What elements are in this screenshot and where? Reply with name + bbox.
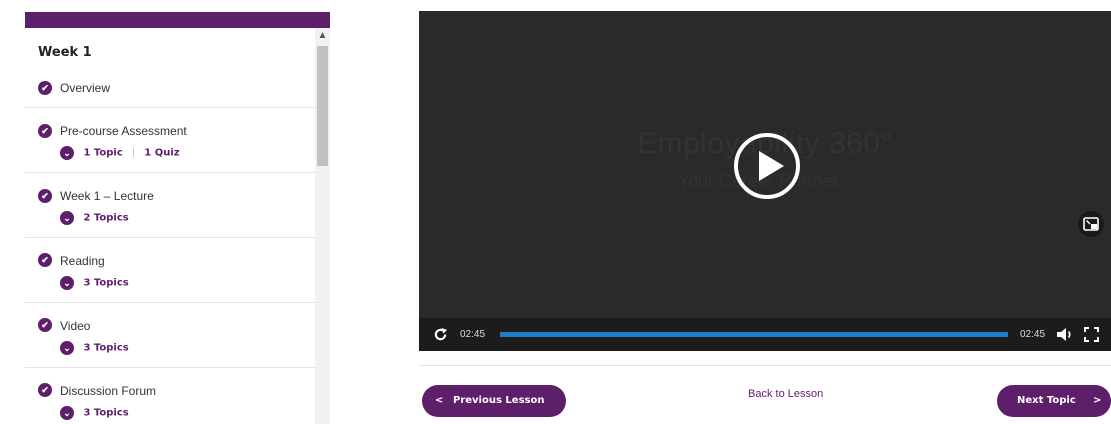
topic-count[interactable]: 3 Topics (83, 407, 128, 418)
lesson-item-overview[interactable]: ✔ Overview (25, 74, 315, 108)
topic-count[interactable]: 3 Topics (83, 342, 128, 353)
week-title: Week 1 (38, 45, 92, 60)
check-circle-icon: ✔ (38, 318, 52, 332)
lesson-item-pre-course-assessment[interactable]: ✔ Pre-course Assessment ⌄ 1 Topic | 1 Qu… (25, 108, 315, 173)
check-circle-icon: ✔ (38, 253, 52, 267)
lesson-label: Week 1 – Lecture (60, 189, 154, 203)
lesson-label: Reading (60, 254, 105, 268)
check-circle-icon: ✔ (38, 124, 52, 138)
course-sidebar: Week 1 ✔ Overview ✔ Pre-course Assessmen… (25, 12, 330, 424)
progress-bar[interactable] (500, 332, 1008, 337)
chevron-down-icon[interactable]: ⌄ (60, 145, 74, 160)
lesson-item-week1-lecture[interactable]: ✔ Week 1 – Lecture ⌄ 2 Topics (25, 173, 315, 238)
chevron-down-icon[interactable]: ⌄ (60, 275, 74, 290)
scrollbar-thumb[interactable] (317, 46, 328, 166)
lesson-item-reading[interactable]: ✔ Reading ⌄ 3 Topics (25, 238, 315, 303)
meta-separator: | (132, 147, 135, 159)
quiz-count[interactable]: 1 Quiz (144, 147, 179, 158)
check-circle-icon: ✔ (38, 383, 52, 397)
lesson-meta: ⌄ 3 Topics (60, 404, 129, 420)
lesson-meta: ⌄ 1 Topic | 1 Quiz (60, 144, 180, 160)
next-topic-button[interactable]: Next Topic > (997, 385, 1111, 417)
total-time: 02:45 (1020, 329, 1046, 340)
chevron-down-icon[interactable]: ⌄ (60, 210, 74, 225)
fullscreen-icon[interactable] (1084, 327, 1099, 342)
check-circle-icon: ✔ (38, 189, 52, 203)
picture-in-picture-button[interactable] (1078, 211, 1104, 237)
video-player[interactable]: Employability 360° Your Career Partner..… (419, 11, 1111, 351)
chevron-right-icon: > (1093, 395, 1102, 406)
divider (419, 365, 1111, 366)
play-icon[interactable] (733, 132, 801, 200)
chevron-down-icon[interactable]: ⌄ (60, 405, 74, 420)
lesson-label: Pre-course Assessment (60, 124, 187, 138)
check-circle-icon: ✔ (38, 81, 52, 95)
chevron-down-icon[interactable]: ⌄ (60, 340, 74, 355)
replay-icon[interactable] (433, 327, 448, 342)
chevron-left-icon: < (435, 395, 444, 406)
topic-count[interactable]: 2 Topics (83, 212, 128, 223)
lesson-meta: ⌄ 2 Topics (60, 209, 129, 225)
back-to-lesson-link[interactable]: Back to Lesson (748, 388, 823, 400)
video-controls-bar: 02:45 02:45 (419, 318, 1111, 351)
sidebar-scrollbar[interactable]: ▲ (315, 28, 330, 424)
sidebar-header-bar (25, 12, 330, 28)
lesson-item-discussion-forum[interactable]: ✔ Discussion Forum ⌄ 3 Topics (25, 368, 315, 424)
lesson-meta: ⌄ 3 Topics (60, 339, 129, 355)
previous-lesson-label: Previous Lesson (453, 395, 545, 406)
progress-fill (500, 332, 1008, 337)
volume-icon[interactable] (1056, 327, 1074, 342)
elapsed-time: 02:45 (460, 329, 486, 340)
lesson-item-video[interactable]: ✔ Video ⌄ 3 Topics (25, 303, 315, 368)
topic-count[interactable]: 1 Topic (83, 147, 122, 158)
topic-count[interactable]: 3 Topics (83, 277, 128, 288)
lesson-label: Overview (60, 81, 111, 95)
previous-lesson-button[interactable]: < Previous Lesson (422, 385, 566, 417)
lesson-meta: ⌄ 3 Topics (60, 274, 129, 290)
next-topic-label: Next Topic (1017, 395, 1076, 406)
lesson-label: Video (60, 319, 91, 333)
picture-in-picture-icon (1083, 217, 1099, 231)
lesson-label: Discussion Forum (60, 384, 157, 398)
scroll-up-arrow-icon[interactable]: ▲ (315, 30, 330, 42)
